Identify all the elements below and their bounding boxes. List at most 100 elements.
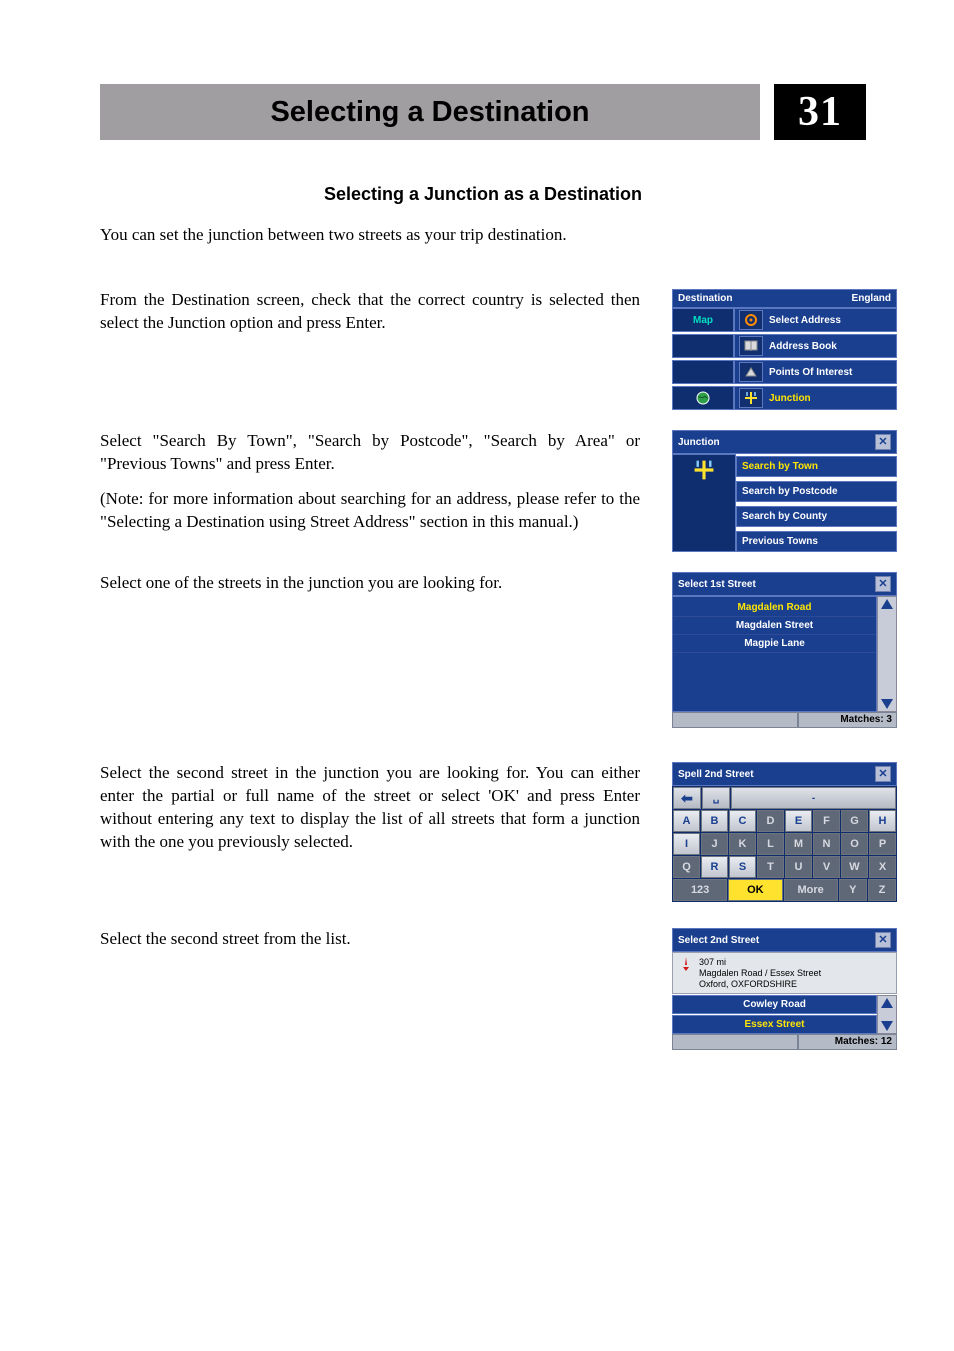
key-h[interactable]: H [869, 810, 896, 832]
key-b[interactable]: B [701, 810, 728, 832]
space-key[interactable]: ␣ [702, 787, 730, 809]
scrollbar[interactable] [877, 596, 897, 712]
dest-empty-1 [672, 334, 734, 358]
backspace-key[interactable]: ⬅ [673, 787, 701, 809]
target-icon [744, 313, 758, 327]
book-icon [744, 340, 758, 352]
key-p[interactable]: P [869, 833, 896, 855]
street2-info: 307 mi Magdalen Road / Essex Street Oxfo… [672, 952, 897, 994]
back-arrow-icon: ⬅ [681, 790, 693, 807]
junction-item-county[interactable]: Search by County [736, 506, 897, 527]
page-title: Selecting a Destination [100, 84, 760, 140]
map-button[interactable]: Map [672, 308, 734, 332]
key-a[interactable]: A [673, 810, 700, 832]
kbd-row-1: ABCDEFGH [673, 810, 896, 832]
key-d[interactable]: D [757, 810, 784, 832]
street1-list: Magdalen Road Magdalen Street Magpie Lan… [672, 596, 877, 712]
junction-icon [744, 391, 758, 405]
page-number: 31 [774, 84, 866, 140]
close-button[interactable]: ✕ [875, 932, 891, 948]
key-n[interactable]: N [813, 833, 840, 855]
street2-matches: Matches: 12 [798, 1034, 897, 1050]
key-e[interactable]: E [785, 810, 812, 832]
key-k[interactable]: K [729, 833, 756, 855]
close-button[interactable]: ✕ [875, 766, 891, 782]
street2-item-1[interactable]: Essex Street [672, 1015, 877, 1034]
street2-info-line1: Magdalen Road / Essex Street [699, 968, 821, 979]
scroll-up-icon[interactable] [881, 998, 893, 1008]
dest-item-label: Points Of Interest [769, 367, 852, 378]
dest-title: Destination [678, 293, 732, 304]
dest-country: England [852, 293, 891, 304]
page-header: Selecting a Destination 31 [100, 84, 866, 140]
keyboard-input-field[interactable]: - [731, 787, 896, 809]
screenshot-select-1st-street: Select 1st Street ✕ Magdalen Road Magdal… [672, 572, 897, 728]
key-ok[interactable]: OK [728, 879, 782, 901]
key-z[interactable]: Z [868, 879, 896, 901]
globe-icon [695, 390, 711, 406]
key-g[interactable]: G [841, 810, 868, 832]
close-button[interactable]: ✕ [875, 576, 891, 592]
junction-item-postcode[interactable]: Search by Postcode [736, 481, 897, 502]
step-5-text: Select the second street from the list. [100, 928, 640, 951]
dest-empty-2 [672, 360, 734, 384]
key-x[interactable]: X [869, 856, 896, 878]
screenshot-destination: Destination England Map [672, 289, 897, 410]
key-y[interactable]: Y [839, 879, 867, 901]
kbd-title: Spell 2nd Street [678, 769, 754, 780]
street1-item-1[interactable]: Magdalen Street [673, 617, 876, 635]
key-123[interactable]: 123 [673, 879, 727, 901]
junction-icon-pane [672, 454, 736, 552]
dest-item-junction[interactable]: Junction [734, 386, 897, 410]
scroll-up-icon[interactable] [881, 599, 893, 609]
junction-item-label: Search by Postcode [742, 486, 838, 497]
junction-item-previous[interactable]: Previous Towns [736, 531, 897, 552]
junction-title: Junction [678, 437, 720, 448]
scrollbar[interactable] [877, 995, 897, 1034]
scroll-down-icon[interactable] [881, 1021, 893, 1031]
dest-item-poi[interactable]: Points Of Interest [734, 360, 897, 384]
kbd-row-3: QRSTUVWX [673, 856, 896, 878]
junction-item-label: Search by Town [742, 461, 818, 472]
step-3-text: Select one of the streets in the junctio… [100, 572, 640, 595]
poi-icon [744, 366, 758, 378]
key-w[interactable]: W [841, 856, 868, 878]
street1-matches: Matches: 3 [798, 712, 897, 728]
onscreen-keyboard: ⬅ ␣ - ABCDEFGH IJKLMNOP QRSTUVWX 123 OK … [672, 786, 897, 902]
street1-item-0[interactable]: Magdalen Road [673, 599, 876, 617]
screenshot-spell-2nd-street: Spell 2nd Street ✕ ⬅ ␣ - ABCDEFGH IJKLMN… [672, 762, 897, 902]
key-o[interactable]: O [841, 833, 868, 855]
key-i[interactable]: I [673, 833, 700, 855]
junction-item-town[interactable]: Search by Town [736, 456, 897, 477]
dest-item-select-address[interactable]: Select Address [734, 308, 897, 332]
key-t[interactable]: T [757, 856, 784, 878]
key-s[interactable]: S [729, 856, 756, 878]
key-u[interactable]: U [785, 856, 812, 878]
street1-title: Select 1st Street [678, 579, 756, 590]
key-f[interactable]: F [813, 810, 840, 832]
page: Selecting a Destination 31 Selecting a J… [0, 0, 954, 1351]
key-l[interactable]: L [757, 833, 784, 855]
kbd-row-2: IJKLMNOP [673, 833, 896, 855]
section-subheading: Selecting a Junction as a Destination [100, 184, 866, 205]
key-q[interactable]: Q [673, 856, 700, 878]
key-r[interactable]: R [701, 856, 728, 878]
key-j[interactable]: J [701, 833, 728, 855]
key-m[interactable]: M [785, 833, 812, 855]
junction-icon [693, 459, 715, 481]
screenshot-select-2nd-street: Select 2nd Street ✕ 307 mi Magdalen Road… [672, 928, 897, 1050]
junction-item-label: Previous Towns [742, 536, 818, 547]
intro-text: You can set the junction between two str… [100, 225, 866, 245]
step-1-text: From the Destination screen, check that … [100, 289, 640, 335]
pin-icon [679, 957, 693, 971]
street1-item-2[interactable]: Magpie Lane [673, 635, 876, 653]
street2-item-0[interactable]: Cowley Road [672, 995, 877, 1014]
dest-item-address-book[interactable]: Address Book [734, 334, 897, 358]
dest-empty-3 [672, 386, 734, 410]
close-button[interactable]: ✕ [875, 434, 891, 450]
scroll-down-icon[interactable] [881, 699, 893, 709]
key-v[interactable]: V [813, 856, 840, 878]
key-c[interactable]: C [729, 810, 756, 832]
key-more[interactable]: More [784, 879, 838, 901]
dest-item-label: Select Address [769, 315, 841, 326]
